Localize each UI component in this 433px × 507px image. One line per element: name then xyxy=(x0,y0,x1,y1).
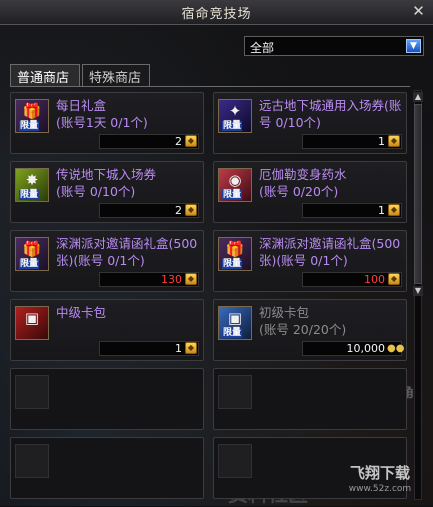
limited-badge: 限量 xyxy=(222,121,243,131)
item-icon-glyph: ✦ xyxy=(228,102,242,120)
shop-item-slot[interactable]: ✸ 限量 传说地下城入场券 (账号 0/10个) 2 ◆ xyxy=(10,161,204,223)
item-price: 130 xyxy=(161,273,182,286)
scrollbar-thumb[interactable] xyxy=(414,104,422,284)
price-box: 1 ◆ xyxy=(302,134,402,149)
shop-window: 17173 资料社区 王角 宿命竞技场 ✕ 全部 ▼ 普通商店 特殊商店 🎁限量… xyxy=(0,0,433,506)
item-name: 深渊派对邀请函礼盒(500张)(账号 0/1个) xyxy=(259,236,401,268)
empty-icon-placeholder xyxy=(218,375,252,409)
item-price: 10,000 xyxy=(346,342,386,355)
item-price: 1 xyxy=(175,342,182,355)
shop-item-slot[interactable]: 🎁 限量 深渊派对邀请函礼盒(500张)(账号 0/1个) 100 ◆ xyxy=(213,230,407,292)
empty-item-slot[interactable] xyxy=(10,437,204,499)
shop-item-slot[interactable]: ▣ 中级卡包 1 ◆ xyxy=(10,299,204,361)
limited-badge: 限量 xyxy=(19,259,40,269)
legend-dungeon-ticket-icon: ✸ 限量 xyxy=(15,168,49,202)
empty-icon-placeholder xyxy=(218,444,252,478)
tab-divider xyxy=(10,86,410,87)
item-icon-glyph: ◉ xyxy=(228,171,242,189)
shop-item-slot[interactable]: ◉ 限量 厄伽勒变身药水 (账号 0/20个) 1 ◆ xyxy=(213,161,407,223)
scroll-up-icon[interactable]: ▲ xyxy=(413,92,423,102)
arena-coin-icon: ◆ xyxy=(388,135,400,147)
item-name: 厄伽勒变身药水 (账号 0/20个) xyxy=(259,167,347,199)
price-box: 10,000 ●● xyxy=(302,341,405,356)
title-bar: 宿命竞技场 ✕ xyxy=(0,0,433,25)
empty-item-slot[interactable] xyxy=(213,368,407,430)
item-name: 中级卡包 xyxy=(56,305,107,320)
item-icon-glyph: 🎁 xyxy=(225,240,245,258)
item-name: 传说地下城入场券 (账号 0/10个) xyxy=(56,167,157,199)
item-icon-glyph: ▣ xyxy=(24,309,40,327)
gold-coin-icon: ●● xyxy=(387,343,405,354)
tab-special-shop[interactable]: 特殊商店 xyxy=(82,64,150,86)
shop-item-slot[interactable]: 🎁 限量 每日礼盒 (账号1天 0/1个) 2 ◆ xyxy=(10,92,204,154)
limited-badge: 限量 xyxy=(222,259,243,269)
transform-potion-icon: ◉ 限量 xyxy=(218,168,252,202)
item-price: 2 xyxy=(175,204,182,217)
price-box: 1 ◆ xyxy=(99,341,199,356)
price-box: 130 ◆ xyxy=(99,272,199,287)
item-price: 100 xyxy=(364,273,385,286)
watermark-url: www.52z.com xyxy=(348,484,412,494)
arena-coin-icon: ◆ xyxy=(185,135,197,147)
item-price: 2 xyxy=(175,135,182,148)
price-box: 2 ◆ xyxy=(99,203,199,218)
item-name: 远古地下城通用入场券(账号 0/10个) xyxy=(259,98,402,130)
limited-badge: 限量 xyxy=(19,190,40,200)
item-icon-glyph: 🎁 xyxy=(22,102,42,120)
item-price: 1 xyxy=(378,204,385,217)
card-pack-icon: ▣ xyxy=(15,306,49,340)
window-title: 宿命竞技场 xyxy=(181,7,252,22)
shop-item-slot[interactable]: 🎁 限量 深渊派对邀请函礼盒(500张)(账号 0/1个) 130 ◆ xyxy=(10,230,204,292)
shop-item-slot[interactable]: ✦ 限量 远古地下城通用入场券(账号 0/10个) 1 ◆ xyxy=(213,92,407,154)
limited-badge: 限量 xyxy=(222,328,243,338)
price-box: 100 ◆ xyxy=(302,272,402,287)
abyss-invitation-box-icon: 🎁 限量 xyxy=(218,237,252,271)
filter-selected-value: 全部 xyxy=(250,41,275,55)
empty-item-slot[interactable] xyxy=(10,368,204,430)
dropdown-arrow-icon[interactable]: ▼ xyxy=(406,39,421,53)
item-name: 深渊派对邀请函礼盒(500张)(账号 0/1个) xyxy=(56,236,198,268)
basic-card-pack-icon: ▣ 限量 xyxy=(218,306,252,340)
ancient-dungeon-ticket-icon: ✦ 限量 xyxy=(218,99,252,133)
item-name: 每日礼盒 (账号1天 0/1个) xyxy=(56,98,148,130)
arena-coin-icon: ◆ xyxy=(388,204,400,216)
tab-normal-shop[interactable]: 普通商店 xyxy=(10,64,80,86)
close-icon[interactable]: ✕ xyxy=(410,3,427,20)
arena-coin-icon: ◆ xyxy=(185,342,197,354)
gift-box-icon: 🎁 限量 xyxy=(15,99,49,133)
price-box: 2 ◆ xyxy=(99,134,199,149)
arena-coin-icon: ◆ xyxy=(185,273,197,285)
arena-coin-icon: ◆ xyxy=(185,204,197,216)
item-icon-glyph: ▣ xyxy=(227,309,243,327)
price-box: 1 ◆ xyxy=(302,203,402,218)
item-icon-glyph: 🎁 xyxy=(22,240,42,258)
limited-badge: 限量 xyxy=(19,121,40,131)
item-name: 初级卡包 (账号 20/20个) xyxy=(259,305,347,337)
abyss-invitation-box-icon: 🎁 限量 xyxy=(15,237,49,271)
item-icon-glyph: ✸ xyxy=(25,171,39,189)
item-price: 1 xyxy=(378,135,385,148)
arena-coin-icon: ◆ xyxy=(388,273,400,285)
limited-badge: 限量 xyxy=(222,190,243,200)
category-filter-dropdown[interactable]: 全部 ▼ xyxy=(244,36,424,56)
watermark-logo: 飞翔下载 xyxy=(349,464,410,482)
empty-icon-placeholder xyxy=(15,375,49,409)
scroll-down-icon[interactable]: ▼ xyxy=(413,286,423,296)
shop-item-slot[interactable]: ▣ 限量 初级卡包 (账号 20/20个) 10,000 ●● xyxy=(213,299,407,361)
empty-icon-placeholder xyxy=(15,444,49,478)
